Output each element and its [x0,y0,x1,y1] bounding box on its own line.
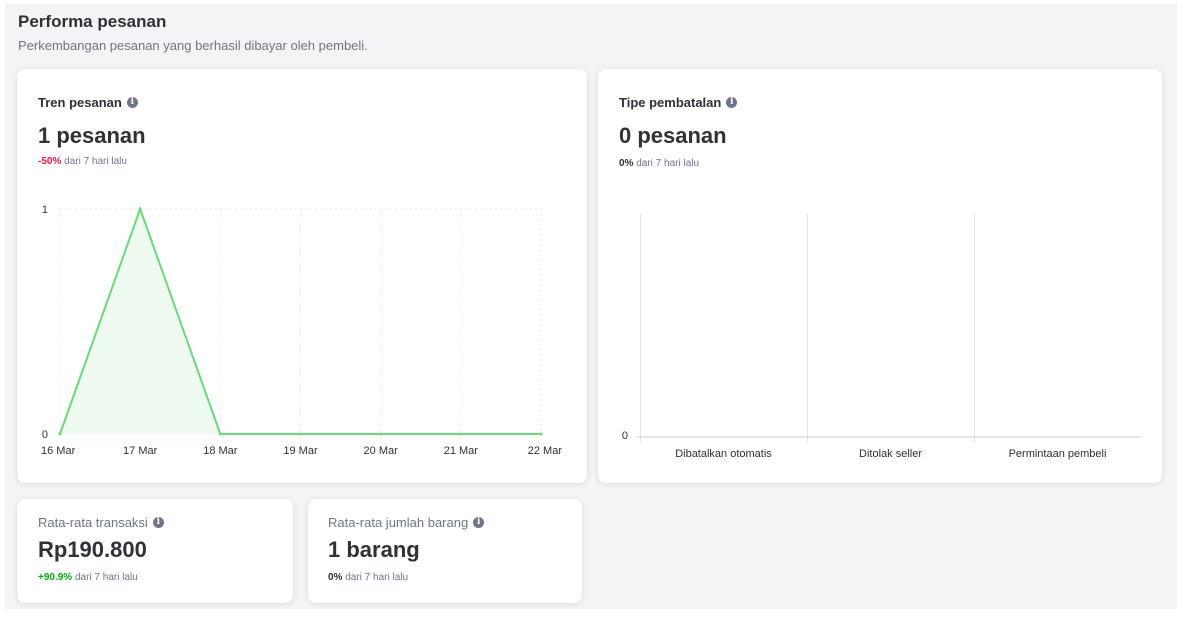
data-point [379,432,383,436]
avg-items-delta-text: dari 7 hari lalu [342,572,409,583]
order-performance-section: Performa pesanan Perkembangan pesanan ya… [5,4,1177,609]
section-subtitle: Perkembangan pesanan yang berhasil dibay… [18,38,368,53]
data-point [218,432,222,436]
cancellation-chart: 0 Dibatalkan otomatis Ditolak seller Permin… [622,214,1141,460]
avg-items-delta: 0% dari 7 hari lalu [328,572,408,583]
avg-transaction-value: Rp190.800 [38,537,147,562]
info-icon[interactable]: i [473,517,485,528]
x-tick-label: Permintaan pembeli [1009,448,1107,460]
data-point [58,432,62,436]
data-point [459,432,463,436]
y-tick-label: 0 [622,430,628,442]
data-point [138,207,142,211]
y-tick-label: 0 [42,429,48,441]
avg-items-value: 1 barang [328,537,420,562]
avg-items-delta-pct: 0% [328,572,343,583]
avg-transaction-title-row: Rata-rata transaksi i [38,515,164,530]
avg-transaction-delta-pct: +90.9% [38,572,73,583]
avg-items-title-row: Rata-rata jumlah barang i [328,515,485,530]
order-trend-chart: 0 1 16 Mar 17 Mar 18 Mar 19 Mar 20 Mar 21 Mar 22… [41,204,563,457]
section-title: Performa pesanan [18,12,167,31]
x-tick-label: Dibatalkan otomatis [675,448,772,460]
avg-transaction-card: Rata-rata transaksi i Rp190.800 +90.9% d… [17,499,293,603]
x-tick-label: 18 Mar [203,445,238,457]
x-tick-label: 17 Mar [123,445,158,457]
x-tick-label: 20 Mar [364,445,399,457]
x-tick-label: 22 Mar [528,445,563,457]
x-tick-label: 16 Mar [41,445,76,457]
avg-transaction-delta: +90.9% dari 7 hari lalu [38,572,138,583]
avg-transaction-title: Rata-rata transaksi [38,515,148,530]
cancellation-type-card: Tipe pembatalan i 0 pesanan 0% dari 7 ha… [598,69,1162,483]
avg-items-card: Rata-rata jumlah barang i 1 barang 0% da… [308,499,582,603]
x-tick-label: 19 Mar [283,445,318,457]
info-icon[interactable]: i [152,517,164,528]
data-point [299,432,302,436]
order-trend-card: Tren pesanan i 1 pesanan -50% dari 7 har… [17,69,587,483]
avg-transaction-delta-text: dari 7 hari lalu [72,572,138,583]
avg-items-title: Rata-rata jumlah barang [328,515,469,530]
data-point [539,432,543,436]
x-tick-label: Ditolak seller [859,448,922,460]
y-tick-label: 1 [42,204,48,216]
x-tick-label: 21 Mar [444,445,479,457]
